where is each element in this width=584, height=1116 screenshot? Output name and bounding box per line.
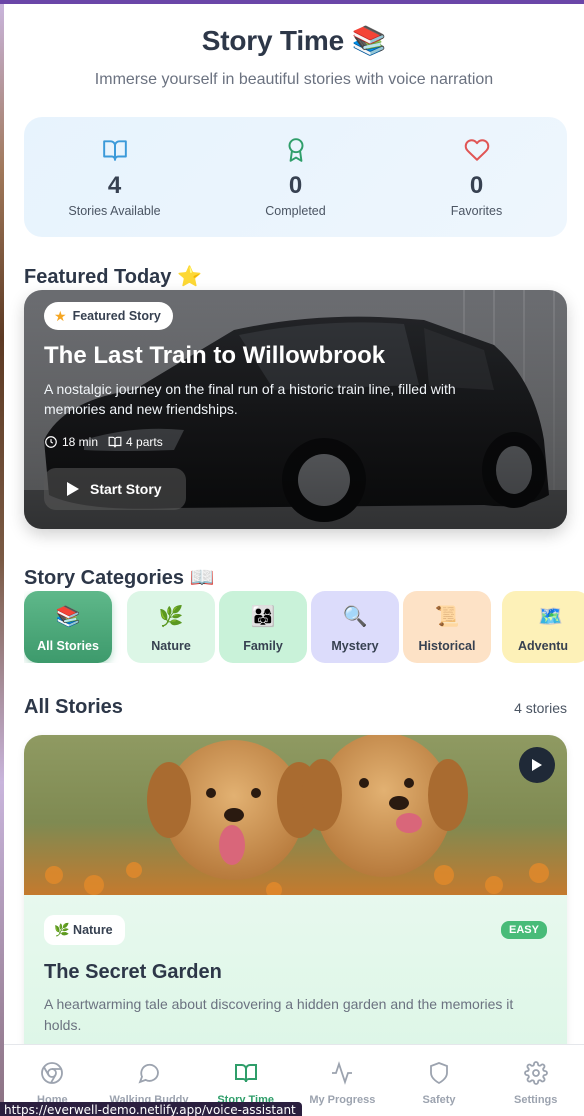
category-historical[interactable]: 📜 Historical (403, 591, 491, 663)
nav-item-my-progress[interactable]: My Progress (294, 1045, 391, 1116)
play-icon (532, 759, 542, 771)
category-label: Nature (151, 639, 191, 653)
featured-duration: 18 min (44, 435, 98, 449)
category-family[interactable]: 👨‍👩‍👧 Family (219, 591, 307, 663)
window-top-edge (0, 0, 584, 4)
all-stories-section-title: All Stories (24, 696, 123, 718)
window-left-edge (0, 4, 4, 1116)
stat-label: Favorites (450, 204, 503, 218)
scroll-icon: 📜 (434, 606, 460, 628)
activity-icon (332, 1061, 353, 1085)
story-title: The Secret Garden (44, 961, 222, 983)
nav-label: Settings (513, 1094, 558, 1106)
star-icon: ★ (54, 307, 67, 324)
nav-item-safety[interactable]: Safety (391, 1045, 488, 1116)
books-icon: 📚 (55, 606, 81, 628)
magnifier-icon: 🔍 (342, 606, 368, 628)
stat-value: 0 (469, 172, 484, 199)
categories-section-title: Story Categories 📖 (24, 567, 215, 589)
stat-label: Completed (265, 204, 326, 218)
status-bar-url: https://everwell-demo.netlify.app/voice-… (0, 1102, 302, 1116)
story-card[interactable]: 🌿 Nature EASY The Secret Garden A heartw… (24, 735, 567, 1075)
nav-label: Safety (422, 1094, 456, 1106)
heart-icon (464, 139, 489, 161)
family-icon: 👨‍👩‍👧 (250, 606, 276, 628)
stat-label: Stories Available (68, 204, 161, 218)
difficulty-badge: EASY (501, 921, 547, 939)
category-all-stories[interactable]: 📚 All Stories (24, 591, 112, 663)
featured-title: The Last Train to Willowbrook (44, 342, 386, 369)
book-open-icon (102, 140, 127, 161)
puppies-image (24, 735, 567, 895)
start-story-label: Start Story (90, 481, 162, 497)
category-list: 📚 All Stories 🌿 Nature 👨‍👩‍👧 Family 🔍 My… (24, 591, 584, 663)
stat-completed: 0 Completed (205, 117, 386, 237)
stat-stories-available: 4 Stories Available (24, 117, 205, 237)
featured-description: A nostalgic journey on the final run of … (44, 381, 456, 417)
category-mystery[interactable]: 🔍 Mystery (311, 591, 399, 663)
story-description: A heartwarming tale about discovering a … (44, 996, 514, 1033)
stat-favorites: 0 Favorites (386, 117, 567, 237)
clock-icon (45, 436, 57, 448)
featured-badge-label: Featured Story (72, 309, 161, 323)
leaf-icon: 🌿 (158, 606, 184, 628)
map-icon: 🗺️ (538, 606, 563, 628)
featured-badge: ★ Featured Story (44, 302, 173, 330)
stats-panel: 4 Stories Available 0 Completed 0 Favori… (24, 117, 567, 237)
message-circle-icon (138, 1063, 159, 1084)
award-icon (288, 138, 303, 162)
page-title: Story Time 📚 (201, 25, 387, 56)
featured-meta: 18 min 4 parts (44, 435, 163, 449)
page-subtitle: Immerse yourself in beautiful stories wi… (94, 71, 494, 88)
category-label: Family (243, 639, 283, 653)
stories-count: 4 stories (514, 700, 567, 716)
featured-story-card[interactable]: ★ Featured Story The Last Train to Willo… (24, 290, 567, 529)
story-category-badge: 🌿 Nature (44, 915, 125, 945)
category-adventure[interactable]: 🗺️ Adventu (502, 591, 584, 663)
category-label: Adventu (518, 639, 568, 653)
featured-parts: 4 parts (108, 435, 163, 449)
parts-text: 4 parts (126, 435, 163, 449)
featured-section-title: Featured Today ⭐ (24, 266, 202, 288)
play-icon (67, 482, 79, 496)
duration-text: 18 min (62, 435, 99, 449)
nav-item-settings[interactable]: Settings (487, 1045, 584, 1116)
book-open-icon (234, 1064, 257, 1083)
gear-icon (523, 1061, 548, 1085)
play-story-button[interactable] (519, 747, 555, 783)
category-label: Historical (418, 639, 476, 653)
nav-label: My Progress (309, 1094, 376, 1106)
stat-value: 4 (107, 172, 122, 199)
book-open-icon (108, 436, 122, 448)
stat-value: 0 (288, 172, 303, 199)
category-nature[interactable]: 🌿 Nature (127, 591, 215, 663)
story-time-page: Story Time 📚 Immerse yourself in beautif… (4, 4, 584, 1116)
category-label: Mystery (331, 639, 379, 653)
page-header: Story Time 📚 Immerse yourself in beautif… (4, 4, 584, 89)
category-label: All Stories (37, 639, 99, 653)
start-story-button[interactable]: Start Story (44, 468, 186, 510)
shield-icon (430, 1062, 448, 1085)
chrome-icon (41, 1062, 64, 1084)
